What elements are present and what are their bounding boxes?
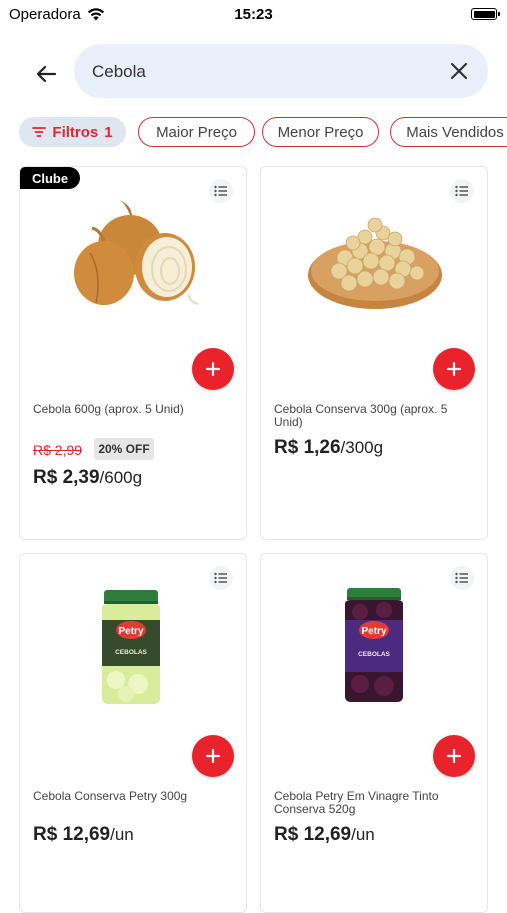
plus-icon — [446, 748, 462, 764]
filter-chips: Filtros 1 Maior Preço Menor Preço Mais V… — [19, 117, 507, 149]
list-menu-button[interactable] — [209, 566, 233, 590]
product-price: R$ 2,39/600g — [33, 467, 142, 489]
back-button[interactable] — [30, 58, 62, 90]
arrow-left-icon — [36, 65, 57, 83]
product-card[interactable]: Petry CEBOLAS Cebola Petry Em Vinagre Ti… — [260, 553, 488, 913]
product-price: R$ 12,69/un — [274, 824, 375, 846]
discount-badge: 20% OFF — [94, 438, 154, 460]
list-icon — [455, 572, 468, 584]
list-menu-button[interactable] — [450, 179, 474, 203]
plus-icon — [205, 361, 221, 377]
plus-icon — [446, 361, 462, 377]
search-input[interactable] — [90, 44, 434, 100]
onions-icon — [74, 199, 199, 305]
search-bar — [74, 44, 488, 100]
status-bar: Operadora 15:23 — [0, 0, 507, 30]
chip-maior-preco[interactable]: Maior Preço — [138, 117, 255, 147]
price-value: R$ 1,26 — [274, 437, 341, 458]
battery-icon — [471, 8, 500, 20]
product-name: Cebola Conserva Petry 300g — [33, 789, 188, 803]
clube-badge: Clube — [20, 167, 80, 189]
close-icon — [450, 62, 468, 80]
product-name: Cebola 600g (aprox. 5 Unid) — [33, 402, 184, 416]
svg-text:Petry: Petry — [118, 626, 143, 637]
price-value: R$ 2,39 — [33, 467, 100, 488]
svg-text:CEBOLAS: CEBOLAS — [358, 651, 390, 658]
svg-text:Petry: Petry — [361, 626, 386, 637]
list-menu-button[interactable] — [209, 179, 233, 203]
product-price: R$ 12,69/un — [33, 824, 134, 846]
add-to-cart-button[interactable] — [192, 735, 234, 777]
chip-mais-vendidos[interactable]: Mais Vendidos — [390, 117, 507, 147]
price-value: R$ 12,69 — [274, 824, 352, 845]
product-card[interactable]: Petry CEBOLAS Cebola Conserva Petry 300g… — [19, 553, 247, 913]
list-icon — [214, 572, 227, 584]
old-price: R$ 2,99 — [33, 442, 83, 458]
filters-chip[interactable]: Filtros 1 — [19, 117, 126, 147]
pickled-onion-jar-icon: Petry CEBOLAS — [102, 590, 160, 704]
filter-icon — [32, 127, 47, 137]
pearl-onions-board-icon — [308, 217, 442, 309]
product-card[interactable]: Clube Cebola 600g (aprox. 5 Unid) R$ 2,9… — [19, 166, 247, 540]
plus-icon — [205, 748, 221, 764]
product-price: R$ 1,26/300g — [274, 437, 383, 459]
list-icon — [455, 185, 468, 197]
clock: 15:23 — [234, 6, 273, 23]
list-icon — [214, 185, 227, 197]
filters-count: 1 — [104, 123, 113, 141]
price-unit: /600g — [99, 468, 143, 487]
clear-search-button[interactable] — [446, 58, 472, 84]
price-unit: /300g — [340, 438, 384, 457]
price-unit: /un — [351, 825, 375, 844]
svg-text:CEBOLAS: CEBOLAS — [115, 649, 147, 656]
product-card[interactable]: Cebola Conserva 300g (aprox. 5 Unid) R$ … — [260, 166, 488, 540]
add-to-cart-button[interactable] — [433, 735, 475, 777]
red-onion-jar-icon: Petry CEBOLAS — [345, 588, 403, 702]
add-to-cart-button[interactable] — [433, 348, 475, 390]
list-menu-button[interactable] — [450, 566, 474, 590]
product-name: Cebola Petry Em Vinagre Tinto Conserva 5… — [274, 789, 439, 816]
price-unit: /un — [110, 825, 134, 844]
chip-menor-preco[interactable]: Menor Preço — [262, 117, 379, 147]
add-to-cart-button[interactable] — [192, 348, 234, 390]
filters-label: Filtros — [52, 123, 99, 141]
price-value: R$ 12,69 — [33, 824, 111, 845]
product-name: Cebola Conserva 300g (aprox. 5 Unid) — [274, 402, 448, 429]
